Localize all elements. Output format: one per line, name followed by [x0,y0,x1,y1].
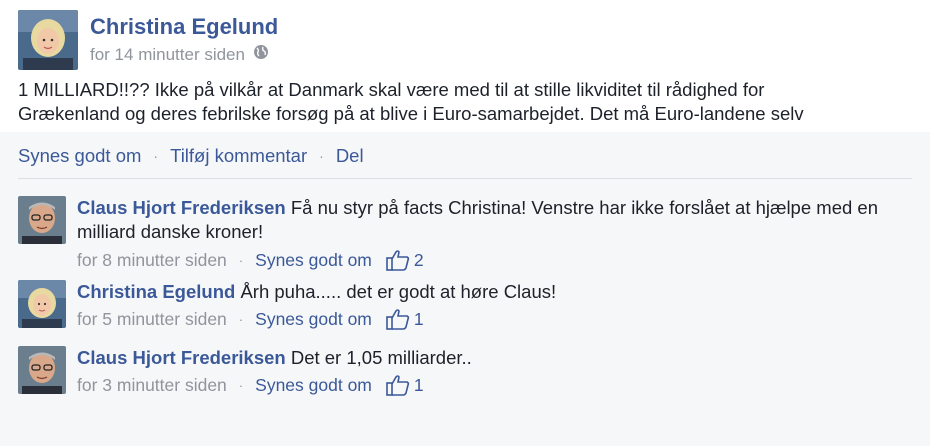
avatar-claus[interactable] [18,196,66,244]
post-text: 1 MILLIARD!!?? Ikke på vilkår at Danmark… [18,78,918,126]
add-comment-link[interactable]: Tilføj kommentar [170,145,307,167]
comment-text: Årh puha..... det er godt at høre Claus! [240,281,557,302]
comment-time[interactable]: for 5 minutter siden [77,309,227,330]
like-count-value: 2 [413,249,424,270]
comment-body: Claus Hjort Frederiksen Få nu styr på fa… [77,196,917,244]
comment-body: Christina Egelund Årh puha..... det er g… [77,280,917,304]
avatar-christina[interactable] [18,10,78,70]
post-time: for 14 minutter siden [90,44,269,65]
separator-dot: · [238,311,244,327]
like-count-value: 1 [413,308,424,329]
comment-time[interactable]: for 3 minutter siden [77,375,227,396]
like-count-value: 1 [413,374,424,395]
avatar-claus[interactable] [18,346,66,394]
comment-meta: for 3 minutter siden · Synes godt om 1 [77,374,424,396]
like-count[interactable]: 2 [386,249,424,271]
comment-author[interactable]: Christina Egelund [77,281,235,302]
thumbs-up-icon [386,309,410,330]
comment-author[interactable]: Claus Hjort Frederiksen [77,197,286,218]
comment-text: Det er 1,05 milliarder.. [290,347,472,368]
comment-meta: for 8 minutter siden · Synes godt om 2 [77,249,424,271]
share-link[interactable]: Del [336,145,364,167]
post-timestamp[interactable]: for 14 minutter siden [90,45,245,65]
comment-like-link[interactable]: Synes godt om [255,250,372,271]
like-count[interactable]: 1 [386,308,424,330]
comment-like-link[interactable]: Synes godt om [255,375,372,396]
separator-dot: · [238,377,244,393]
comment-body: Claus Hjort Frederiksen Det er 1,05 mill… [77,346,917,370]
post-author[interactable]: Christina Egelund [90,14,278,40]
separator-dot: · [319,148,324,164]
separator-dot: · [238,252,244,268]
post-actions: Synes godt om · Tilføj kommentar · Del [18,145,364,167]
comment-like-link[interactable]: Synes godt om [255,309,372,330]
post: Christina Egelund for 14 minutter siden … [0,0,930,132]
thumbs-up-icon [386,250,410,271]
comment-time[interactable]: for 8 minutter siden [77,250,227,271]
post-text-line: Grækenland og deres febrilske forsøg på … [18,103,804,124]
comment-author[interactable]: Claus Hjort Frederiksen [77,347,286,368]
comment-meta: for 5 minutter siden · Synes godt om 1 [77,308,424,330]
globe-icon [253,44,269,65]
like-count[interactable]: 1 [386,374,424,396]
separator-dot: · [153,148,159,164]
avatar-christina[interactable] [18,280,66,328]
divider [18,178,912,179]
post-text-line: 1 MILLIARD!!?? Ikke på vilkår at Danmark… [18,79,765,100]
like-link[interactable]: Synes godt om [18,145,141,167]
thumbs-up-icon [386,375,410,396]
